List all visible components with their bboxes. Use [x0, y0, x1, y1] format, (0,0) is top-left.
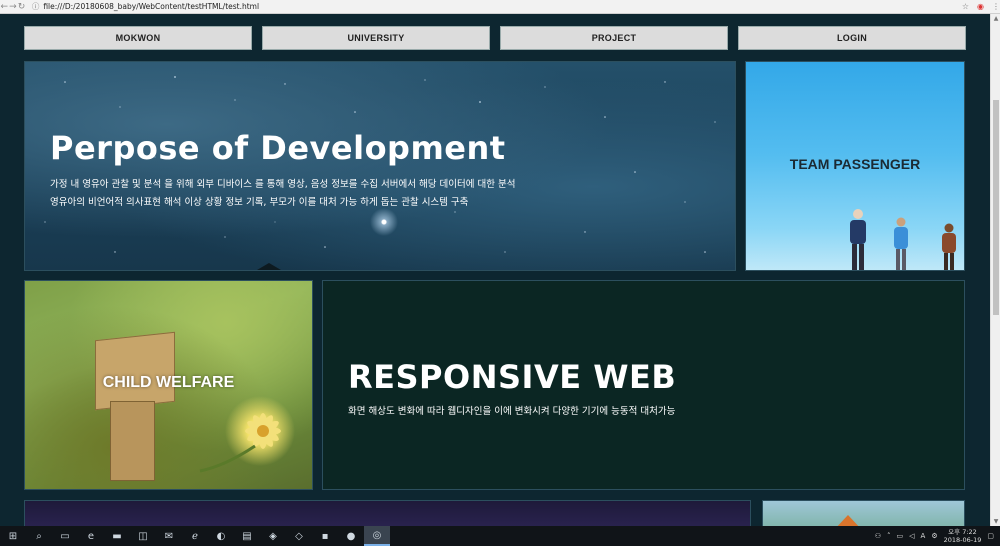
store-icon[interactable]: ◫: [130, 526, 156, 546]
nav-project[interactable]: PROJECT: [500, 26, 728, 50]
team-people-illustration: [850, 209, 956, 270]
eclipse-icon[interactable]: ◐: [208, 526, 234, 546]
mail-icon[interactable]: ✉: [156, 526, 182, 546]
starfield-background: [44, 76, 716, 253]
system-tray: ⚇ ˄ ▭ ◁ A ⚙ 오후 7:22 2018-06-19 ▢: [875, 528, 1000, 544]
scroll-up-icon[interactable]: ▲: [991, 15, 1000, 22]
clock-time: 오후 7:22: [948, 528, 977, 536]
nav-mokwon[interactable]: MOKWON: [24, 26, 252, 50]
hero-panel: Perpose of Development 가정 내 영유아 관찰 및 분석 …: [24, 61, 736, 271]
child-welfare-panel[interactable]: CHILD WELFARE: [24, 280, 313, 490]
chrome-icon[interactable]: ◎: [364, 526, 390, 546]
bottom-space-panel: [24, 500, 751, 526]
hero-triangle-marker: [257, 263, 281, 270]
ime-icon[interactable]: A: [921, 532, 926, 540]
hero-description-line2: 영유아의 비언어적 의사표현 해석 이상 상황 정보 기록, 부모가 이를 대처…: [50, 197, 469, 208]
hero-description-line1: 가정 내 영유아 관찰 및 분석 을 위해 외부 디바이스 를 통해 영상, 음…: [50, 179, 516, 190]
bottom-image-shape: [833, 515, 863, 526]
team-title: TEAM PASSENGER: [789, 156, 921, 172]
responsive-title: RESPONSIVE WEB: [348, 358, 677, 396]
back-arrow-icon[interactable]: ←: [0, 2, 9, 12]
app-icon[interactable]: ▤: [234, 526, 260, 546]
notification-icon[interactable]: ▢: [987, 532, 994, 540]
database-icon[interactable]: ◈: [260, 526, 286, 546]
responsive-description: 화면 해상도 변화에 따라 웹디자인을 이에 변화시켜 다양한 기기에 능동적 …: [348, 406, 676, 417]
team-panel[interactable]: TEAM PASSENGER: [745, 61, 965, 271]
url-text: file:///D:/20180608_baby/WebContent/test…: [43, 2, 260, 11]
scroll-thumb[interactable]: [993, 100, 999, 315]
settings-icon[interactable]: ⚙: [931, 532, 937, 540]
bottom-image-panel: [762, 500, 965, 526]
bookmark-star-icon[interactable]: ☆: [962, 2, 969, 11]
volume-icon[interactable]: ◁: [909, 532, 914, 540]
kakaotalk-icon[interactable]: ●: [338, 526, 364, 546]
responsive-web-panel: RESPONSIVE WEB 화면 해상도 변화에 따라 웹디자인을 이에 변화…: [322, 280, 965, 490]
chevron-up-icon[interactable]: ˄: [887, 532, 891, 540]
nav-university[interactable]: UNIVERSITY: [262, 26, 490, 50]
reload-icon[interactable]: ↻: [17, 2, 26, 12]
hero-title: Perpose of Development: [50, 129, 506, 167]
windows-taskbar: ⊞ ⌕ ▭ e ▬ ◫ ✉ ℯ ◐ ▤ ◈ ◇ ▪ ● ◎ ⚇ ˄ ▭ ◁ A …: [0, 526, 1000, 546]
top-nav: MOKWON UNIVERSITY PROJECT LOGIN: [24, 26, 966, 50]
terminal-icon[interactable]: ▪: [312, 526, 338, 546]
child-welfare-label: CHILD WELFARE: [102, 374, 235, 391]
system-clock[interactable]: 오후 7:22 2018-06-19: [944, 528, 982, 544]
scroll-down-icon[interactable]: ▼: [991, 518, 1000, 525]
vertical-scrollbar[interactable]: ▲ ▼: [990, 14, 1000, 526]
people-icon[interactable]: ⚇: [875, 532, 881, 540]
vscode-icon[interactable]: ◇: [286, 526, 312, 546]
network-icon[interactable]: ▭: [897, 532, 904, 540]
forward-arrow-icon[interactable]: →: [9, 2, 18, 12]
address-bar[interactable]: ⓘ file:///D:/20180608_baby/WebContent/te…: [32, 1, 932, 12]
info-icon[interactable]: ⓘ: [32, 1, 40, 12]
extension-icon[interactable]: ◉: [977, 2, 984, 11]
browser-toolbar: ← → ↻ ⓘ file:///D:/20180608_baby/WebCont…: [0, 0, 1000, 14]
nav-login[interactable]: LOGIN: [738, 26, 966, 50]
search-icon[interactable]: ⌕: [26, 526, 52, 546]
menu-icon[interactable]: ⋮: [992, 2, 1000, 11]
edge-browser-icon[interactable]: e: [78, 526, 104, 546]
page-content: MOKWON UNIVERSITY PROJECT LOGIN Perpose …: [0, 14, 990, 526]
internet-explorer-icon[interactable]: ℯ: [182, 526, 208, 546]
windows-start-icon[interactable]: ⊞: [0, 526, 26, 546]
task-view-icon[interactable]: ▭: [52, 526, 78, 546]
file-explorer-icon[interactable]: ▬: [104, 526, 130, 546]
clock-date: 2018-06-19: [943, 536, 982, 544]
